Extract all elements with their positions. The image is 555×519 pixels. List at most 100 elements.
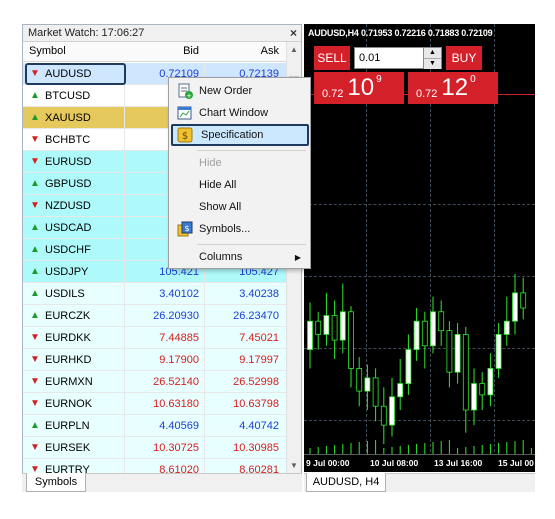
menu-item-new-order[interactable]: + New Order (171, 80, 309, 102)
symbol-name: BTCUSD (45, 89, 91, 102)
menu-item-specification[interactable]: $ Specification (171, 124, 309, 146)
stepper-up-icon[interactable]: ▲ (424, 48, 441, 59)
ask-cell: 9.17997 (204, 348, 284, 371)
candle-body (307, 320, 313, 350)
candle-body (462, 334, 469, 411)
candle-body (520, 292, 527, 309)
menu-item-label: Hide All (199, 179, 237, 191)
bid-cell: 9.17900 (124, 348, 204, 371)
menu-item-label: Specification (201, 129, 264, 141)
arrow-up-icon: ▲ (30, 266, 40, 277)
tab-symbols[interactable]: Symbols (26, 473, 86, 492)
scroll-down-icon[interactable]: ▼ (287, 458, 301, 474)
time-tick: 10 Jul 08:00 (370, 458, 419, 468)
symbol-name: EURDKK (45, 331, 91, 344)
menu-item-label: New Order (199, 85, 253, 97)
time-tick: 13 Jul 16:00 (434, 458, 483, 468)
close-icon[interactable]: × (290, 25, 297, 41)
candle-body (413, 320, 420, 350)
menu-item-hide-all[interactable]: Hide All (171, 174, 309, 196)
context-menu: + New Order Chart Window $ Specification… (168, 77, 311, 269)
menu-item-label: Hide (199, 157, 222, 169)
symbol-row-eurczk[interactable]: ▲ EURCZK 26.20930 26.23470 (23, 304, 287, 327)
time-tick: 9 Jul 00:00 (306, 458, 350, 468)
menu-item-show-all[interactable]: Show All (171, 196, 309, 218)
candle-body (348, 311, 354, 369)
arrow-down-icon: ▼ (30, 442, 40, 453)
candle-body (315, 320, 322, 335)
symbol-cell: ▲ USDCHF (23, 244, 124, 256)
column-header-ask[interactable]: Ask (204, 42, 284, 61)
candle-body (495, 334, 502, 369)
symbol-row-eursek[interactable]: ▼ EURSEK 10.30725 10.30985 (23, 436, 287, 459)
sell-button[interactable]: SELL (314, 46, 350, 70)
buy-price-prefix: 0.72 (416, 88, 438, 100)
bid-cell: 26.20930 (124, 304, 204, 327)
stepper-down-icon[interactable]: ▼ (424, 59, 441, 69)
selection-outline (25, 63, 126, 85)
symbol-row-eurnok[interactable]: ▼ EURNOK 10.63180 10.63798 (23, 392, 287, 415)
arrow-up-icon: ▲ (30, 90, 40, 101)
menu-separator (197, 244, 306, 245)
sell-price-box[interactable]: 0.72 10 9 (314, 72, 404, 104)
candle-body (331, 315, 338, 341)
symbol-cell: ▲ USDJPY (23, 266, 124, 278)
symbol-row-eurdkk[interactable]: ▼ EURDKK 7.44885 7.45021 (23, 326, 287, 349)
bid-cell: 10.63180 (124, 392, 204, 415)
arrow-up-icon: ▲ (30, 222, 40, 233)
buy-button[interactable]: BUY (446, 46, 482, 70)
specification-icon: $ (177, 127, 193, 143)
arrow-up-icon: ▲ (30, 112, 40, 123)
symbol-cell: ▲ XAUUSD (23, 112, 124, 124)
menu-item-label: Symbols... (199, 223, 251, 235)
arrow-up-icon: ▲ (30, 288, 40, 299)
arrow-down-icon: ▼ (30, 200, 40, 211)
menu-item-chart-window[interactable]: Chart Window (171, 102, 309, 124)
scroll-up-icon[interactable]: ▲ (287, 42, 301, 58)
buy-price-big: 12 (441, 74, 469, 101)
menu-item-hide[interactable]: Hide (171, 152, 309, 174)
symbol-cell: ▼ BCHBTC (23, 134, 124, 146)
menu-item-columns[interactable]: Columns ▶ (171, 246, 309, 268)
candle-body (389, 396, 395, 426)
chart-title: AUDUSD,H4 0.71953 0.72216 0.71883 0.7210… (308, 28, 493, 38)
arrow-up-icon: ▲ (30, 420, 40, 431)
symbol-name: NZDUSD (45, 199, 91, 212)
one-click-trading-panel: SELL 0.01 ▲ ▼ BUY (314, 46, 482, 70)
svg-text:$: $ (184, 224, 189, 233)
tab-audusd-h4[interactable]: AUDUSD, H4 (306, 473, 386, 492)
symbol-cell: ▼ NZDUSD (23, 200, 124, 212)
lot-stepper[interactable]: ▲ ▼ (423, 48, 441, 69)
symbol-cell: ▼ EURSEK (23, 442, 124, 454)
menu-item-label: Columns (199, 251, 243, 263)
symbol-row-usdils[interactable]: ▲ USDILS 3.40102 3.40238 (23, 282, 287, 305)
lot-size-value[interactable]: 0.01 (359, 52, 380, 64)
column-header-bid[interactable]: Bid (124, 42, 204, 61)
ask-cell: 26.23470 (204, 304, 284, 327)
arrow-up-icon: ▲ (30, 310, 40, 321)
arrow-down-icon: ▼ (30, 376, 40, 387)
candle-body (364, 377, 371, 392)
arrow-up-icon: ▲ (30, 178, 40, 189)
symbol-row-eurmxn[interactable]: ▼ EURMXN 26.52140 26.52998 (23, 370, 287, 393)
candle-body (372, 377, 379, 407)
column-header-symbol[interactable]: Symbol (23, 42, 124, 61)
buy-price-sup: 0 (470, 74, 476, 85)
buy-price-box[interactable]: 0.72 12 0 (408, 72, 498, 104)
market-watch-tab-bar: Symbols (22, 473, 302, 492)
symbol-cell: ▼ EURDKK (23, 332, 124, 344)
bid-cell: 3.40102 (124, 282, 204, 305)
menu-item-symbols[interactable]: $ Symbols... (171, 218, 309, 240)
lot-size-field[interactable]: 0.01 ▲ ▼ (354, 47, 442, 69)
symbol-row-eurpln[interactable]: ▲ EURPLN 4.40569 4.40742 (23, 414, 287, 437)
market-watch-title: Market Watch: 17:06:27 (28, 27, 145, 39)
ask-cell: 3.40238 (204, 282, 284, 305)
submenu-arrow-icon: ▶ (294, 252, 301, 262)
arrow-up-icon: ▲ (30, 244, 40, 255)
candle-body (471, 383, 477, 411)
new-order-icon: + (178, 83, 193, 99)
symbol-cell: ▲ EURCZK (23, 310, 124, 322)
chart-window[interactable]: AUDUSD,H4 0.71953 0.72216 0.71883 0.7210… (304, 24, 535, 472)
symbol-name: GBPUSD (45, 177, 92, 190)
symbol-row-eurhkd[interactable]: ▼ EURHKD 9.17900 9.17997 (23, 348, 287, 371)
